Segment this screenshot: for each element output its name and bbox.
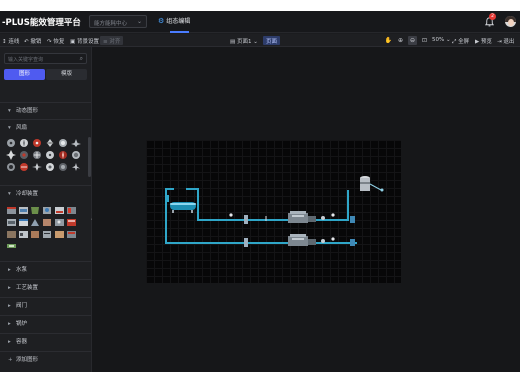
connect-button[interactable]: ↕ 连线: [2, 37, 19, 45]
chevron-down-icon: ⌄: [136, 18, 142, 25]
search-input[interactable]: 输入关键字查询 ⌕: [4, 53, 87, 64]
section-boilers[interactable]: ▸ 锅炉: [0, 315, 91, 328]
search-placeholder: 输入关键字查询: [8, 57, 44, 63]
brand-title: -PLUS能效管理平台: [2, 18, 81, 28]
section-process-devices[interactable]: ▸ 工艺装置: [0, 279, 91, 292]
search-icon: ⌕: [79, 55, 83, 62]
tab-config-editor[interactable]: ⚙ 组态编辑: [158, 16, 190, 30]
pipeline-diagram: [165, 176, 384, 247]
section-dynamic-shapes[interactable]: ▾ 动态图形: [0, 102, 91, 115]
fullscreen-icon: ⤢: [452, 39, 457, 45]
app-window: -PLUS能效管理平台 能方能耗中心 ⌄ ⚙ 组态编辑 2 ↕ 连线 ↶ 撤销 …: [0, 11, 520, 372]
tab-underline: [170, 31, 189, 33]
zoom-in-icon[interactable]: ⊕: [396, 36, 405, 45]
fullscreen-button[interactable]: ⤢ 全屏: [452, 37, 469, 46]
cooling-icon-grid: [6, 205, 86, 251]
canvas-workspace: [92, 47, 520, 372]
zoom-out-icon[interactable]: ⊖: [408, 36, 417, 45]
section-cooling-devices[interactable]: ▾ 冷却装置: [0, 185, 91, 198]
sidebar-scrollbar[interactable]: [88, 137, 91, 177]
section-valves[interactable]: ▸ 阀门: [0, 297, 91, 310]
page-select[interactable]: ▤ 页面1 ⌄: [230, 37, 258, 45]
pan-hand-icon[interactable]: ✋: [384, 36, 393, 45]
pipe-segment: [165, 188, 174, 194]
section-containers[interactable]: ▸ 容器: [0, 333, 91, 346]
page-button[interactable]: 页面: [263, 36, 281, 45]
fan-icon-grid: [6, 138, 86, 176]
fan-icons: [6, 139, 81, 171]
diagram-canvas[interactable]: [146, 140, 401, 283]
component-sidebar: 输入关键字查询 ⌕ 图形 模版 ▾ 动态图形 ▾ 风扇 ▾ 冷却装置 ▸ 水泵 …: [0, 47, 92, 372]
top-header: -PLUS能效管理平台 能方能耗中心 ⌄ ⚙ 组态编辑 2: [0, 11, 520, 33]
fit-screen-icon[interactable]: ⊡: [420, 36, 429, 45]
exit-icon: ⇥: [497, 39, 502, 45]
segment-templates[interactable]: 模版: [46, 69, 87, 80]
redo-button[interactable]: ↷ 恢复: [47, 37, 64, 45]
project-select-placeholder: 能方能耗中心: [94, 21, 128, 27]
section-pumps[interactable]: ▸ 水泵: [0, 261, 91, 274]
project-select[interactable]: 能方能耗中心 ⌄: [89, 15, 147, 28]
exit-button[interactable]: ⇥ 退出: [497, 37, 514, 45]
preview-button[interactable]: ▶ 预览: [475, 37, 492, 45]
zoom-select[interactable]: 50% ⌄: [432, 37, 451, 43]
notification-badge: 2: [489, 13, 496, 20]
heat-exchanger-tank: [167, 195, 199, 213]
editor-icon: ⚙: [158, 17, 165, 25]
tab-label: 组态编辑: [166, 18, 191, 25]
cooling-tower: [360, 176, 384, 192]
editor-toolbar: ↕ 连线 ↶ 撤销 ↷ 恢复 ▣ 背景设置 ≡ 对齐 ▤ 页面1 ⌄ 页面 ✋ …: [0, 34, 520, 47]
chiller-unit-1: [288, 211, 316, 223]
section-fans[interactable]: ▾ 风扇: [0, 119, 91, 132]
add-shape-button[interactable]: + 添加图形: [0, 351, 91, 364]
align-button[interactable]: ≡ 对齐: [100, 36, 124, 45]
avatar-face: [508, 19, 514, 26]
background-settings-button[interactable]: ▣ 背景设置: [70, 37, 99, 45]
cooling-icons: [7, 207, 76, 248]
undo-button[interactable]: ↶ 撤销: [24, 37, 41, 45]
segment-shapes[interactable]: 图形: [4, 69, 45, 80]
chiller-unit-2: [288, 234, 316, 246]
avatar[interactable]: [505, 16, 516, 27]
preview-icon: ▶: [475, 39, 480, 45]
